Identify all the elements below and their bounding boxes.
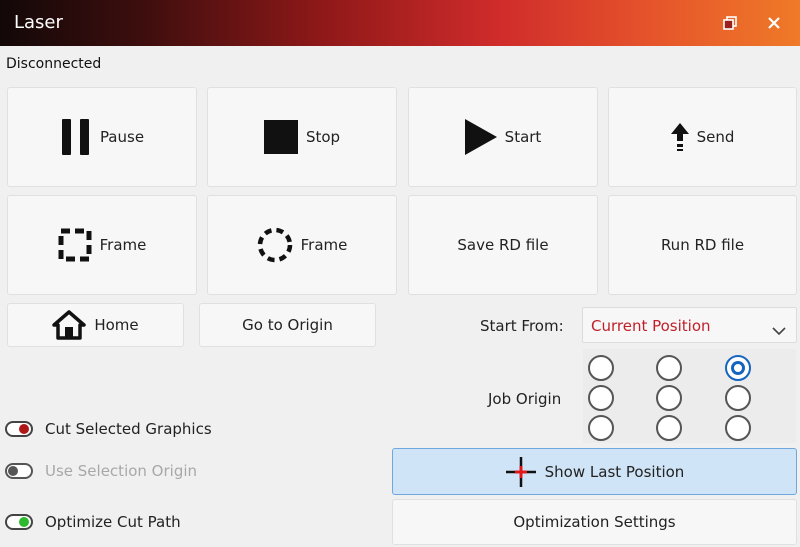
home-label: Home [94, 316, 139, 334]
show-last-position-button[interactable]: Show Last Position [392, 448, 797, 495]
cut-selected-label[interactable]: Cut Selected Graphics [45, 420, 212, 438]
toggle-knob [19, 517, 29, 527]
start-label: Start [504, 128, 542, 146]
optimize-cut-path-toggle[interactable] [5, 514, 33, 530]
stop-button[interactable]: Stop [207, 87, 397, 187]
go-to-origin-label: Go to Origin [242, 316, 333, 334]
stop-label: Stop [305, 128, 341, 146]
start-from-label: Start From: [480, 317, 564, 335]
job-origin-grid [583, 349, 796, 443]
send-button[interactable]: Send [608, 87, 797, 187]
stop-icon [263, 120, 298, 154]
home-button[interactable]: Home [7, 303, 184, 347]
restore-icon [723, 16, 737, 30]
frame-circle-label: Frame [300, 236, 348, 254]
job-origin-top-left[interactable] [588, 355, 614, 381]
crosshair-icon [505, 456, 537, 488]
optimization-settings-label: Optimization Settings [513, 513, 676, 531]
job-origin-bottom-left[interactable] [588, 415, 614, 441]
job-origin-top-right[interactable] [725, 355, 751, 381]
run-rd-file-button[interactable]: Run RD file [608, 195, 797, 295]
optimize-cut-path-label[interactable]: Optimize Cut Path [45, 513, 181, 531]
frame-rect-button[interactable]: Frame [7, 195, 197, 295]
frame-rect-label: Frame [99, 236, 147, 254]
pause-label: Pause [99, 128, 145, 146]
job-origin-top-center[interactable] [656, 355, 682, 381]
save-rd-file-button[interactable]: Save RD file [408, 195, 598, 295]
use-selection-origin-toggle[interactable] [5, 463, 33, 479]
close-window-button[interactable] [760, 10, 788, 36]
show-last-position-label: Show Last Position [544, 462, 685, 481]
close-icon [767, 16, 781, 30]
job-origin-label: Job Origin [488, 390, 562, 408]
title-bar: Laser [0, 0, 800, 46]
play-icon [464, 119, 497, 155]
save-rd-file-label: Save RD file [457, 236, 549, 254]
toggle-knob [8, 466, 18, 476]
start-button[interactable]: Start [408, 87, 598, 187]
window-title: Laser [14, 12, 63, 33]
restore-window-button[interactable] [716, 10, 744, 36]
home-icon [52, 310, 87, 340]
job-origin-center[interactable] [656, 385, 682, 411]
use-selection-origin-label[interactable]: Use Selection Origin [45, 462, 197, 480]
chevron-down-icon [772, 321, 786, 340]
optimization-settings-button[interactable]: Optimization Settings [392, 499, 797, 545]
upload-arrow-icon [670, 123, 689, 151]
cut-selected-toggle[interactable] [5, 421, 33, 437]
send-label: Send [696, 128, 735, 146]
frame-rectangle-icon [58, 228, 92, 262]
job-origin-middle-right[interactable] [725, 385, 751, 411]
pause-icon [60, 119, 92, 155]
connection-status: Disconnected [6, 56, 102, 72]
frame-circle-button[interactable]: Frame [207, 195, 397, 295]
start-from-select[interactable]: Current Position [582, 307, 797, 343]
frame-circle-icon [257, 227, 293, 263]
go-to-origin-button[interactable]: Go to Origin [199, 303, 376, 347]
job-origin-middle-left[interactable] [588, 385, 614, 411]
start-from-value: Current Position [591, 317, 711, 335]
pause-button[interactable]: Pause [7, 87, 197, 187]
toggle-knob [19, 424, 29, 434]
job-origin-bottom-right[interactable] [725, 415, 751, 441]
job-origin-bottom-center[interactable] [656, 415, 682, 441]
run-rd-file-label: Run RD file [660, 236, 745, 254]
